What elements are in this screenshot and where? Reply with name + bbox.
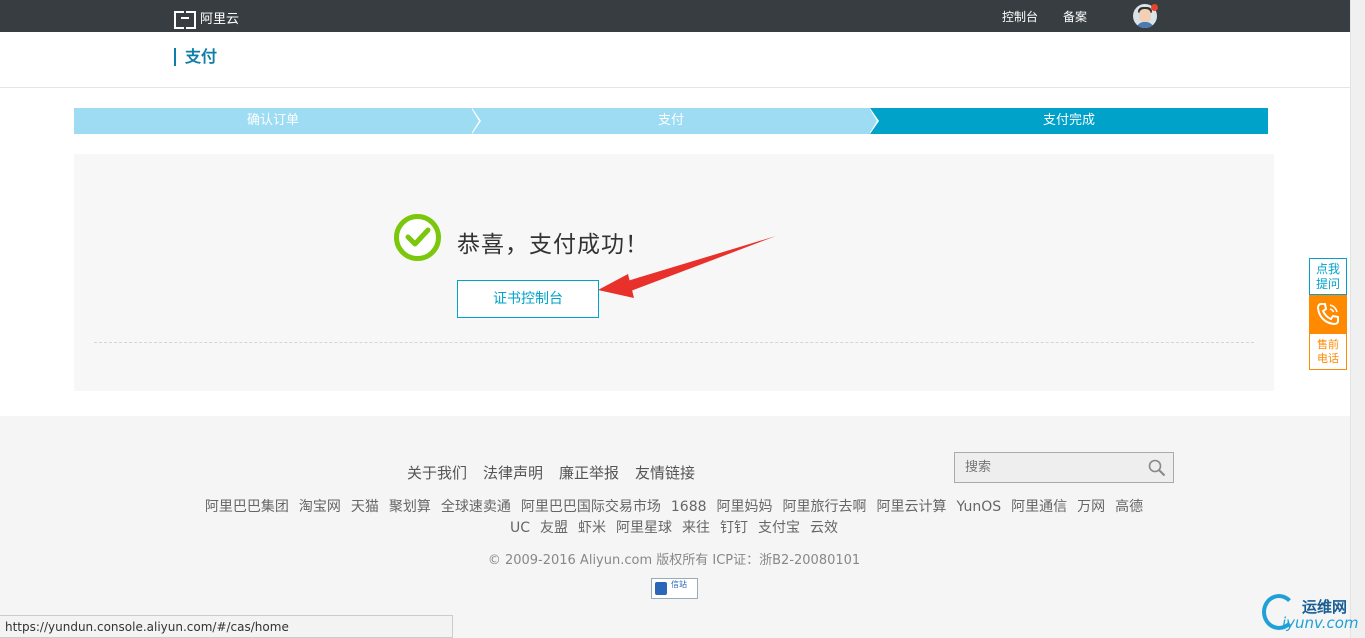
- brand-name: 阿里云: [200, 12, 240, 27]
- trust-badge[interactable]: 信站: [651, 578, 698, 599]
- trust-badge-icon: [655, 582, 667, 595]
- float-sidebar: 点我 提问 售前 电话: [1309, 258, 1347, 370]
- red-arrow-annotation-icon: [598, 236, 776, 298]
- phone-button[interactable]: [1309, 295, 1347, 333]
- aliyun-logo[interactable]: 阿里云: [174, 8, 240, 29]
- partner-link[interactable]: 阿里星球: [616, 520, 672, 536]
- dashed-divider: [94, 342, 1254, 343]
- partner-link[interactable]: UC: [510, 520, 530, 536]
- footer-link-report[interactable]: 廉正举报: [559, 462, 619, 483]
- nav-console-link[interactable]: 控制台: [1002, 8, 1038, 25]
- ask-label-line1: 点我: [1315, 262, 1340, 276]
- partner-link[interactable]: 阿里巴巴集团: [205, 499, 289, 515]
- nav-icp-link[interactable]: 备案: [1063, 8, 1087, 25]
- partner-link[interactable]: 聚划算: [389, 499, 431, 515]
- footer-links: 关于我们 法律声明 廉正举报 友情链接: [407, 462, 695, 483]
- partner-link[interactable]: 友盟: [540, 520, 568, 536]
- search-input[interactable]: [955, 453, 1145, 482]
- step-confirm-order: 确认订单: [74, 108, 481, 134]
- presales-label-line1: 售前: [1317, 338, 1339, 351]
- partner-link[interactable]: 淘宝网: [299, 499, 341, 515]
- notification-dot: [1151, 4, 1158, 11]
- partner-link[interactable]: 虾米: [578, 520, 606, 536]
- partner-link[interactable]: 天猫: [351, 499, 379, 515]
- aliyun-logo-icon: [174, 10, 196, 29]
- partner-link[interactable]: 全球速卖通: [441, 499, 511, 515]
- search-icon[interactable]: [1148, 459, 1166, 477]
- step-divider-fill: [471, 108, 479, 134]
- partner-link[interactable]: 支付宝: [758, 520, 800, 536]
- watermark-url: iyunv.com: [1282, 614, 1359, 632]
- footer: 关于我们 法律声明 廉正举报 友情链接 阿里巴巴集团淘宝网天猫聚划算全球速卖通阿…: [0, 416, 1350, 638]
- progress-steps: 确认订单 支付 支付完成: [74, 108, 1268, 134]
- partner-link[interactable]: 阿里云计算: [877, 499, 947, 515]
- footer-link-about[interactable]: 关于我们: [407, 462, 467, 483]
- footer-link-friends[interactable]: 友情链接: [635, 462, 695, 483]
- cert-console-button[interactable]: 证书控制台: [457, 280, 599, 318]
- partner-link[interactable]: 钉钉: [720, 520, 748, 536]
- status-bar-url: https://yundun.console.aliyun.com/#/cas/…: [0, 615, 453, 638]
- footer-search: [954, 452, 1174, 483]
- vertical-scrollbar[interactable]: [1350, 0, 1365, 638]
- partner-link[interactable]: 阿里妈妈: [717, 499, 773, 515]
- ask-label-line2: 提问: [1315, 277, 1340, 291]
- copyright: © 2009-2016 Aliyun.com 版权所有 ICP证：浙B2-200…: [487, 553, 861, 568]
- partner-link[interactable]: 阿里旅行去啊: [783, 499, 867, 515]
- step-pay: 支付: [472, 108, 879, 134]
- presales-label-line2: 电话: [1317, 352, 1339, 365]
- partner-link[interactable]: 阿里巴巴国际交易市场: [521, 499, 661, 515]
- success-check-icon: [394, 214, 441, 261]
- page-title: 支付: [174, 48, 217, 66]
- page-header: 支付: [0, 32, 1350, 88]
- partner-link[interactable]: 阿里通信: [1011, 499, 1067, 515]
- partner-link[interactable]: 1688: [671, 499, 707, 515]
- avatar-face: [1139, 9, 1151, 22]
- partner-link[interactable]: YunOS: [957, 499, 1002, 515]
- step-pay-complete: 支付完成: [870, 108, 1268, 134]
- step-label: 支付: [657, 113, 684, 128]
- footer-link-legal[interactable]: 法律声明: [483, 462, 543, 483]
- partner-links: 阿里巴巴集团 淘宝网 天猫 聚划算 全球速卖通 阿里巴巴国际交易市场 1688 阿里妈妈 阿里旅…: [174, 497, 1174, 539]
- top-navbar: 阿里云 控制台 备案: [0, 0, 1350, 32]
- step-divider-fill: [869, 108, 877, 134]
- trust-badge-text: 信站: [671, 580, 687, 589]
- partner-link[interactable]: 万网: [1077, 499, 1105, 515]
- ask-question-button[interactable]: 点我 提问: [1309, 258, 1347, 295]
- avatar-body: [1136, 22, 1154, 28]
- partner-link[interactable]: 云效: [810, 520, 838, 536]
- step-label: 支付完成: [1042, 113, 1095, 128]
- site-watermark: 运维网 iyunv.com: [1262, 590, 1362, 636]
- presales-phone-button[interactable]: 售前 电话: [1309, 333, 1347, 370]
- phone-icon: [1316, 303, 1339, 326]
- step-label: 确认订单: [246, 113, 299, 128]
- partner-link[interactable]: 来往: [682, 520, 710, 536]
- partner-link[interactable]: 高德: [1115, 499, 1143, 515]
